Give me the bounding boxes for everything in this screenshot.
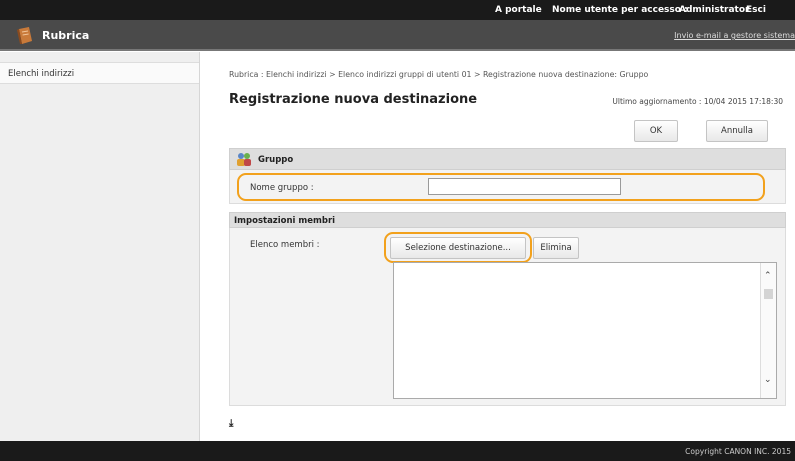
cancel-button[interactable]: Annulla xyxy=(706,120,768,142)
members-section-title: Impostazioni membri xyxy=(234,216,336,226)
address-book-icon xyxy=(17,27,32,44)
select-destination-button[interactable]: Selezione destinazione... xyxy=(390,237,526,259)
app-header: Rubrica Invio e-mail a gestore sistema xyxy=(0,20,795,51)
portal-link[interactable]: A portale xyxy=(495,5,542,15)
group-name-label: Nome gruppo : xyxy=(250,183,314,193)
members-section-header: Impostazioni membri xyxy=(229,212,786,228)
member-listbox[interactable]: ⌃ ⌄ xyxy=(393,262,777,399)
scroll-down-icon[interactable]: ⌄ xyxy=(764,375,772,385)
member-list-scrollbar[interactable]: ⌃ ⌄ xyxy=(760,263,776,398)
last-updated: Ultimo aggiornamento : 10/04 2015 17:18:… xyxy=(612,97,783,106)
group-name-input[interactable] xyxy=(428,178,621,195)
member-list-label: Elenco membri : xyxy=(250,240,320,250)
login-name-label: Nome utente per accesso : xyxy=(552,5,688,15)
collapse-to-top-icon[interactable]: ⤓ xyxy=(229,418,233,429)
group-section-title: Gruppo xyxy=(258,155,294,165)
scroll-up-icon[interactable]: ⌃ xyxy=(764,271,772,281)
mail-admin-link[interactable]: Invio e-mail a gestore sistema xyxy=(674,31,795,40)
group-section-header: Gruppo xyxy=(229,148,786,170)
group-icon xyxy=(237,153,251,166)
sidebar-item-address-lists[interactable]: Elenchi indirizzi xyxy=(0,62,199,84)
app-title: Rubrica xyxy=(42,29,90,42)
top-bar: A portale Nome utente per accesso : Admi… xyxy=(0,0,795,20)
copyright: Copyright CANON INC. 2015 xyxy=(685,447,791,456)
delete-member-button[interactable]: Elimina xyxy=(533,237,579,259)
scroll-thumb[interactable] xyxy=(764,289,773,299)
page-title: Registrazione nuova destinazione xyxy=(229,92,478,107)
ok-button[interactable]: OK xyxy=(634,120,678,142)
logout-link[interactable]: Esci xyxy=(746,5,766,15)
breadcrumb: Rubrica : Elenchi indirizzi > Elenco ind… xyxy=(229,70,649,79)
sidebar: Elenchi indirizzi xyxy=(0,52,200,441)
login-name-value: Administrator xyxy=(679,5,750,15)
footer: Copyright CANON INC. 2015 xyxy=(0,441,795,461)
